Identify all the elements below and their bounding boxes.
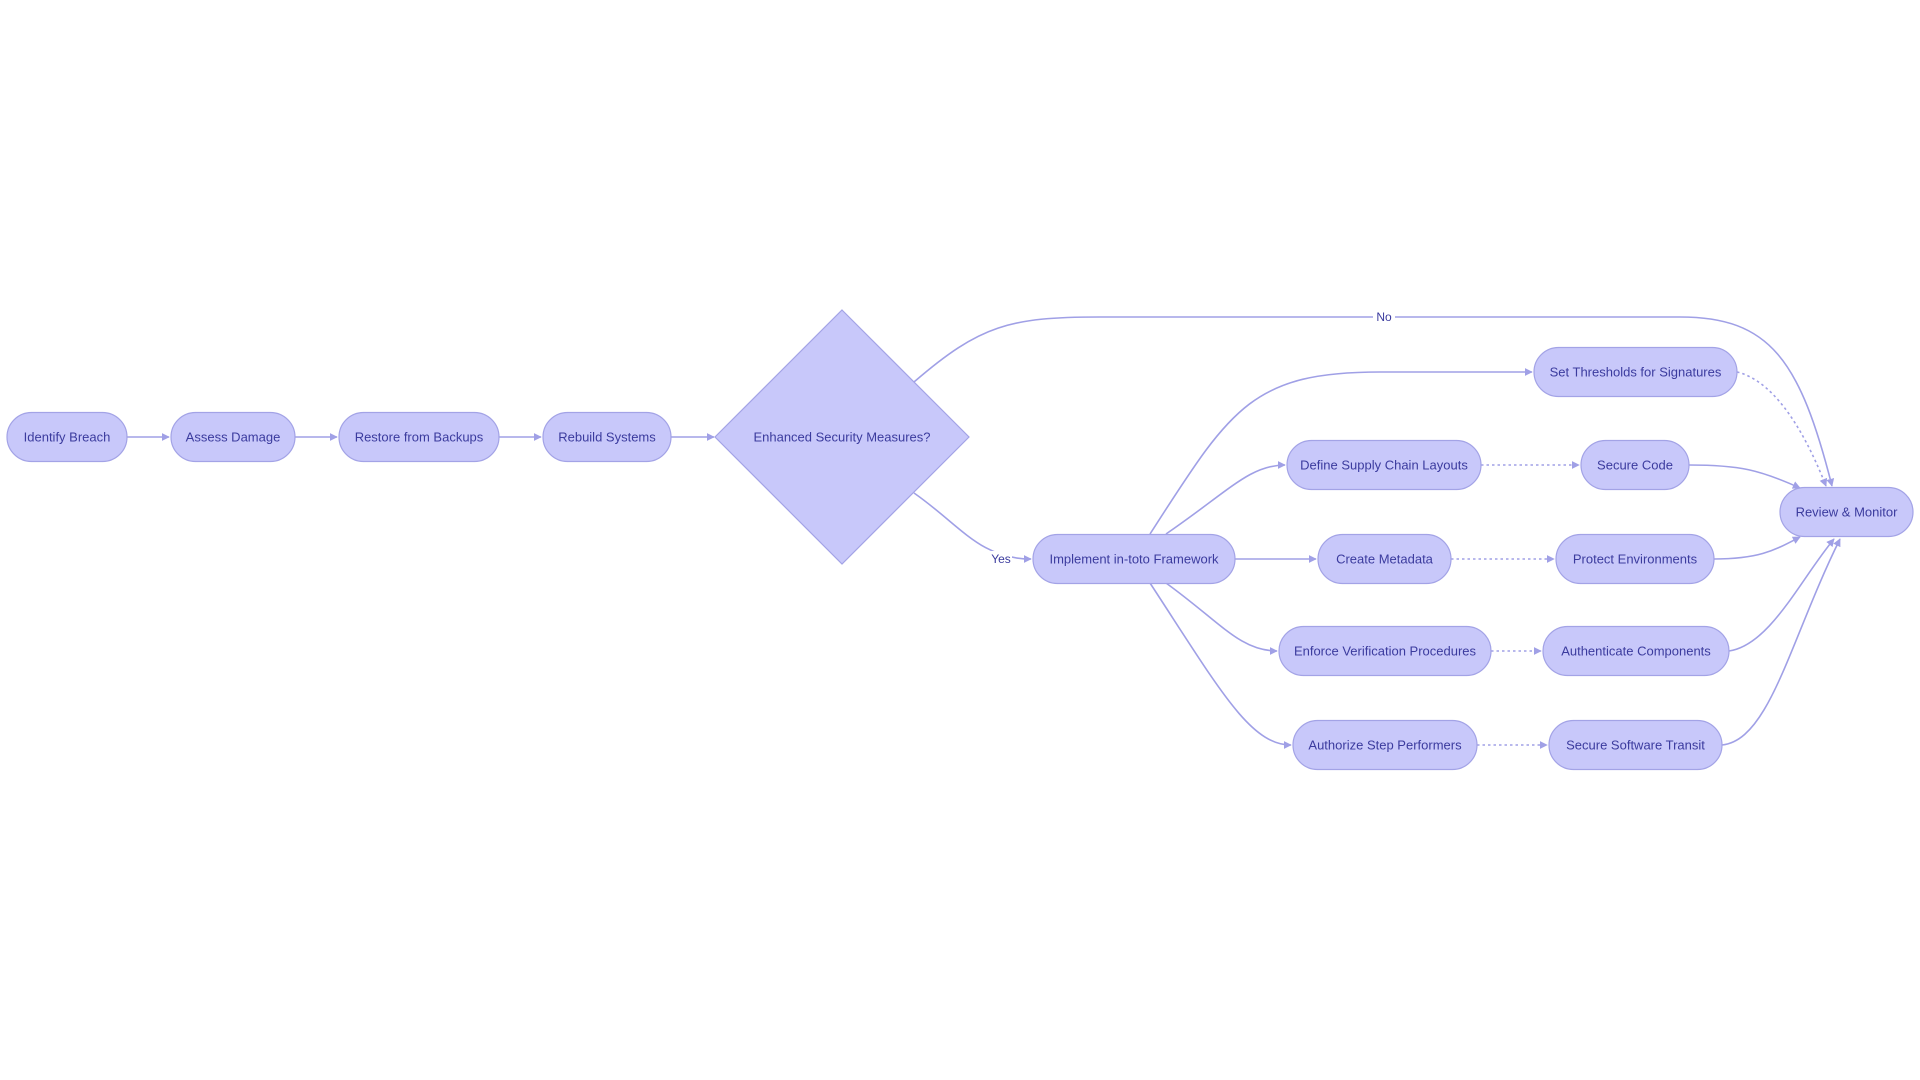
node-implement[interactable]: Implement in-toto Framework	[1032, 533, 1236, 585]
node-label: Review & Monitor	[1796, 505, 1899, 520]
node-label: Define Supply Chain Layouts	[1300, 458, 1468, 473]
edge-transit-to-review	[1721, 538, 1841, 746]
edge-label-no: No	[1373, 309, 1395, 325]
node-label: Create Metadata	[1336, 552, 1434, 567]
node-assess[interactable]: Assess Damage	[170, 411, 296, 463]
node-rebuild[interactable]: Rebuild Systems	[542, 411, 672, 463]
node-define[interactable]: Define Supply Chain Layouts	[1286, 439, 1482, 491]
node-decision[interactable]: Enhanced Security Measures?	[714, 309, 970, 565]
node-authorize[interactable]: Authorize Step Performers	[1292, 719, 1478, 771]
node-label: Protect Environments	[1573, 552, 1698, 567]
node-label: Identify Breach	[24, 430, 111, 445]
node-label: Restore from Backups	[355, 430, 484, 445]
node-restore[interactable]: Restore from Backups	[338, 411, 500, 463]
node-label: Set Thresholds for Signatures	[1550, 365, 1722, 380]
node-label: Authorize Step Performers	[1308, 738, 1462, 753]
edge-implement-to-authorize	[1149, 582, 1292, 749]
edge-securecode-to-review	[1688, 464, 1801, 489]
nodes-layer: Identify Breach Assess Damage Restore from…	[6, 309, 1914, 771]
node-review[interactable]: Review & Monitor	[1779, 486, 1914, 538]
node-label: Assess Damage	[186, 430, 281, 445]
node-identify[interactable]: Identify Breach	[6, 411, 128, 463]
edge-labels-layer: Yes No	[990, 309, 1395, 567]
edge-label-text: Yes	[991, 552, 1011, 566]
node-label: Enhanced Security Measures?	[753, 430, 930, 445]
node-thresholds[interactable]: Set Thresholds for Signatures	[1533, 346, 1738, 398]
node-label: Implement in-toto Framework	[1049, 552, 1219, 567]
node-label: Secure Software Transit	[1566, 738, 1705, 753]
edge-implement-to-enforce	[1165, 582, 1278, 655]
edge-implement-to-define	[1165, 461, 1286, 535]
node-authenticate[interactable]: Authenticate Components	[1542, 625, 1730, 677]
edge-label-yes: Yes	[990, 551, 1012, 567]
node-enforce[interactable]: Enforce Verification Procedures	[1278, 625, 1492, 677]
edge-label-text: No	[1376, 310, 1392, 324]
edge-authenticate-to-review	[1728, 538, 1835, 652]
node-label: Enforce Verification Procedures	[1294, 644, 1477, 659]
node-protect[interactable]: Protect Environments	[1555, 533, 1715, 585]
node-label: Secure Code	[1597, 458, 1673, 473]
node-metadata[interactable]: Create Metadata	[1317, 533, 1452, 585]
node-label: Authenticate Components	[1561, 644, 1711, 659]
node-label: Rebuild Systems	[558, 430, 656, 445]
node-transit[interactable]: Secure Software Transit	[1548, 719, 1723, 771]
edge-thresholds-to-review	[1736, 371, 1828, 487]
flowchart-canvas: Identify Breach Assess Damage Restore from…	[6, 309, 1914, 771]
node-securecode[interactable]: Secure Code	[1580, 439, 1690, 491]
edge-protect-to-review	[1713, 536, 1801, 560]
edge-decision-to-implement	[913, 492, 1032, 563]
